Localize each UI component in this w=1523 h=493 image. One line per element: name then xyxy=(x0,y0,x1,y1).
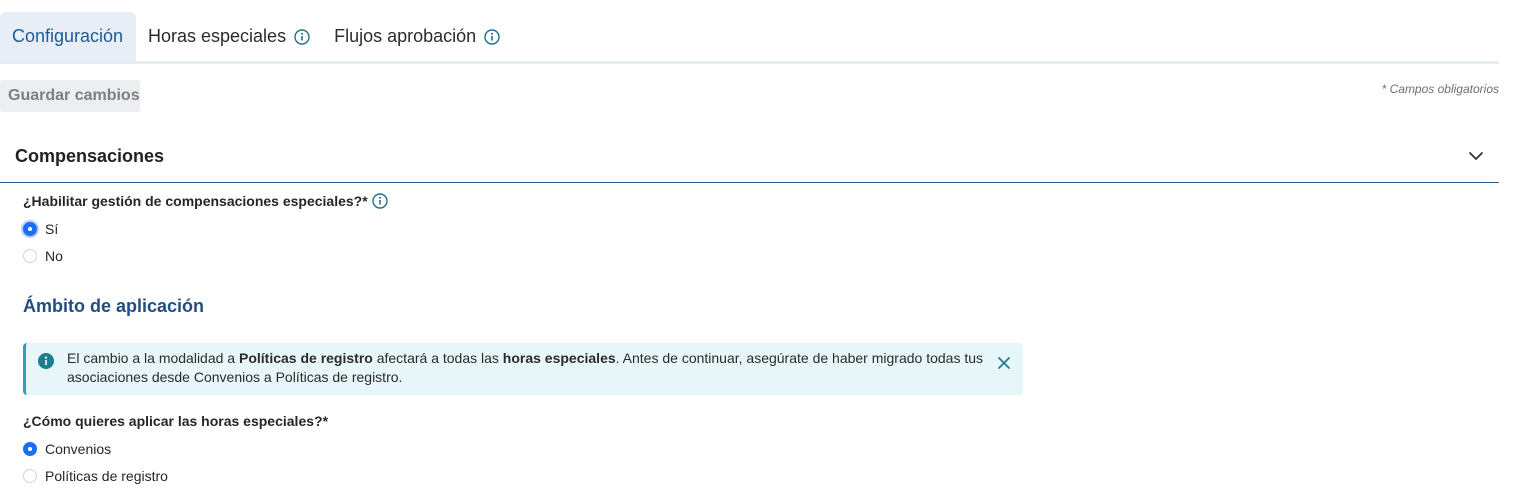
info-icon xyxy=(38,353,54,369)
radio-button[interactable] xyxy=(23,249,37,263)
radio-label: No xyxy=(45,248,63,264)
radio-label: Sí xyxy=(45,221,59,237)
alert-text: afectará a todas las xyxy=(372,350,503,366)
alert-message: El cambio a la modalidad a Políticas de … xyxy=(67,349,987,387)
radio-option-si[interactable]: Sí xyxy=(23,221,58,237)
info-alert: El cambio a la modalidad a Políticas de … xyxy=(23,343,1023,395)
question-apply-special-hours: ¿Cómo quieres aplicar las horas especial… xyxy=(23,413,328,429)
question-label: ¿Habilitar gestión de compensaciones esp… xyxy=(23,193,368,209)
section-header-compensaciones[interactable]: Compensaciones xyxy=(0,130,1499,183)
close-icon[interactable] xyxy=(997,356,1011,370)
info-icon[interactable] xyxy=(484,28,500,45)
radio-button[interactable] xyxy=(23,442,37,456)
alert-text: El cambio a la modalidad a xyxy=(67,350,239,366)
required-fields-note: * Campos obligatorios xyxy=(1381,82,1499,96)
question-enable-compensations: ¿Habilitar gestión de compensaciones esp… xyxy=(23,193,388,209)
radio-option-convenios[interactable]: Convenios xyxy=(23,441,111,457)
tab-bar: Configuración Horas especiales Flujos ap… xyxy=(0,12,1499,64)
info-icon[interactable] xyxy=(294,28,310,45)
radio-option-no[interactable]: No xyxy=(23,248,63,264)
tab-horas-especiales[interactable]: Horas especiales xyxy=(136,12,322,61)
tab-label: Flujos aprobación xyxy=(334,26,477,46)
radio-label: Políticas de registro xyxy=(45,468,168,484)
radio-label: Convenios xyxy=(45,441,112,457)
radio-button[interactable] xyxy=(23,222,37,236)
question-label: ¿Cómo quieres aplicar las horas especial… xyxy=(23,413,329,429)
tab-label: Horas especiales xyxy=(148,26,287,46)
tab-flujos-aprobacion[interactable]: Flujos aprobación xyxy=(322,12,512,61)
scope-heading: Ámbito de aplicación xyxy=(23,296,205,316)
chevron-down-icon[interactable] xyxy=(1467,147,1485,165)
section-title: Compensaciones xyxy=(15,145,165,166)
page: Configuración Horas especiales Flujos ap… xyxy=(0,0,1523,493)
alert-bold-text: horas especiales xyxy=(502,350,616,366)
tab-configuracion[interactable]: Configuración xyxy=(0,12,136,61)
save-button[interactable]: Guardar cambios xyxy=(0,80,140,112)
radio-button[interactable] xyxy=(23,469,37,483)
alert-bold-text: Políticas de registro xyxy=(239,350,373,366)
radio-option-politicas[interactable]: Políticas de registro xyxy=(23,468,168,484)
info-icon[interactable] xyxy=(371,193,388,209)
tab-label: Configuración xyxy=(12,26,124,46)
